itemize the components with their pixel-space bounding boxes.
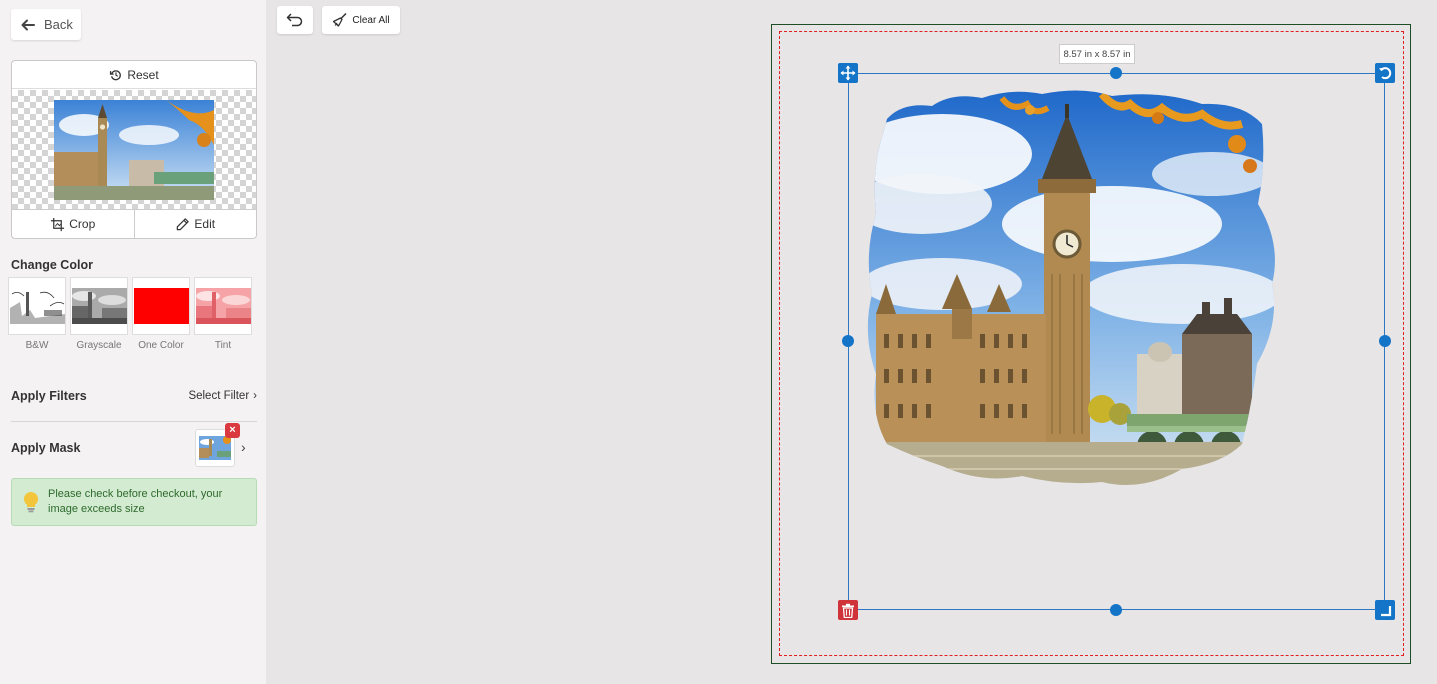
undo-button[interactable] <box>277 6 313 34</box>
pencil-icon <box>177 217 190 230</box>
reset-label: Reset <box>127 67 159 82</box>
color-option-label: Grayscale <box>76 340 122 351</box>
one-color-preview <box>133 288 189 324</box>
apply-mask-title: Apply Mask <box>11 441 81 455</box>
swatch-box <box>132 277 190 335</box>
swatch-box <box>8 277 66 335</box>
apply-filters-title: Apply Filters <box>11 389 87 403</box>
grayscale-preview <box>71 288 127 324</box>
chevron-right-icon[interactable]: › <box>241 439 246 455</box>
image-thumbnail <box>54 100 214 200</box>
back-label: Back <box>44 17 73 32</box>
tint-preview <box>195 288 251 324</box>
selection-box <box>848 73 1385 610</box>
color-option-bw[interactable]: B&W <box>8 277 66 351</box>
notice-text: Please check before checkout, your image… <box>48 488 223 515</box>
apply-mask-row: Apply Mask × › <box>11 423 257 469</box>
scale-handle[interactable] <box>1375 600 1395 620</box>
left-sidebar: Back Reset Crop Edit Change Color B&W Gr… <box>0 0 266 684</box>
close-icon: × <box>229 424 236 436</box>
arrow-left-icon <box>21 19 35 30</box>
image-preview-card: Reset Crop Edit <box>11 60 257 239</box>
edit-label: Edit <box>194 217 216 231</box>
broom-icon <box>333 12 347 27</box>
color-option-label: One Color <box>138 340 184 351</box>
resize-handle-right[interactable] <box>1379 335 1391 347</box>
select-filter-button[interactable]: Select Filter › <box>188 390 257 402</box>
crop-icon <box>51 217 65 231</box>
crop-button[interactable]: Crop <box>12 210 134 238</box>
bw-preview <box>9 288 65 324</box>
card-actions: Crop Edit <box>12 209 256 238</box>
delete-button[interactable] <box>838 600 858 620</box>
rotate-icon <box>1379 67 1392 80</box>
resize-corner-icon <box>1381 606 1392 617</box>
color-option-one-color[interactable]: One Color <box>132 277 190 351</box>
clear-all-label: Clear All <box>352 14 390 26</box>
move-handle[interactable] <box>838 63 858 83</box>
resize-handle-bottom[interactable] <box>1110 604 1122 616</box>
remove-mask-button[interactable]: × <box>225 423 240 438</box>
color-option-tint[interactable]: Tint <box>194 277 252 351</box>
swatch-box <box>70 277 128 335</box>
undo-icon <box>286 13 303 27</box>
divider <box>11 421 257 422</box>
edit-button[interactable]: Edit <box>133 210 257 238</box>
chevron-right-icon: › <box>253 390 257 402</box>
change-color-title: Change Color <box>11 258 93 272</box>
select-filter-label: Select Filter <box>188 390 250 402</box>
trash-icon <box>842 603 854 618</box>
back-button[interactable]: Back <box>11 9 81 40</box>
size-label: 8.57 in x 8.57 in <box>1059 44 1135 64</box>
clear-all-button[interactable]: Clear All <box>322 6 400 34</box>
reset-icon <box>110 69 122 80</box>
swatch-box <box>194 277 252 335</box>
transparency-background <box>12 90 256 209</box>
reset-button[interactable]: Reset <box>12 61 256 89</box>
rotate-handle[interactable] <box>1375 63 1395 83</box>
color-option-label: Tint <box>214 340 232 351</box>
color-option-grayscale[interactable]: Grayscale <box>70 277 128 351</box>
lightbulb-icon <box>23 491 39 513</box>
crop-label: Crop <box>69 217 96 231</box>
move-icon <box>840 65 856 81</box>
color-option-label: B&W <box>25 340 49 351</box>
mask-preview-image <box>199 436 231 460</box>
resize-handle-left[interactable] <box>842 335 854 347</box>
color-options: B&W Grayscale One Color Tint <box>8 277 252 351</box>
size-warning-notice: Please check before checkout, your image… <box>11 478 257 526</box>
resize-handle-top[interactable] <box>1110 67 1122 79</box>
apply-filters-row: Apply Filters Select Filter › <box>11 386 257 406</box>
